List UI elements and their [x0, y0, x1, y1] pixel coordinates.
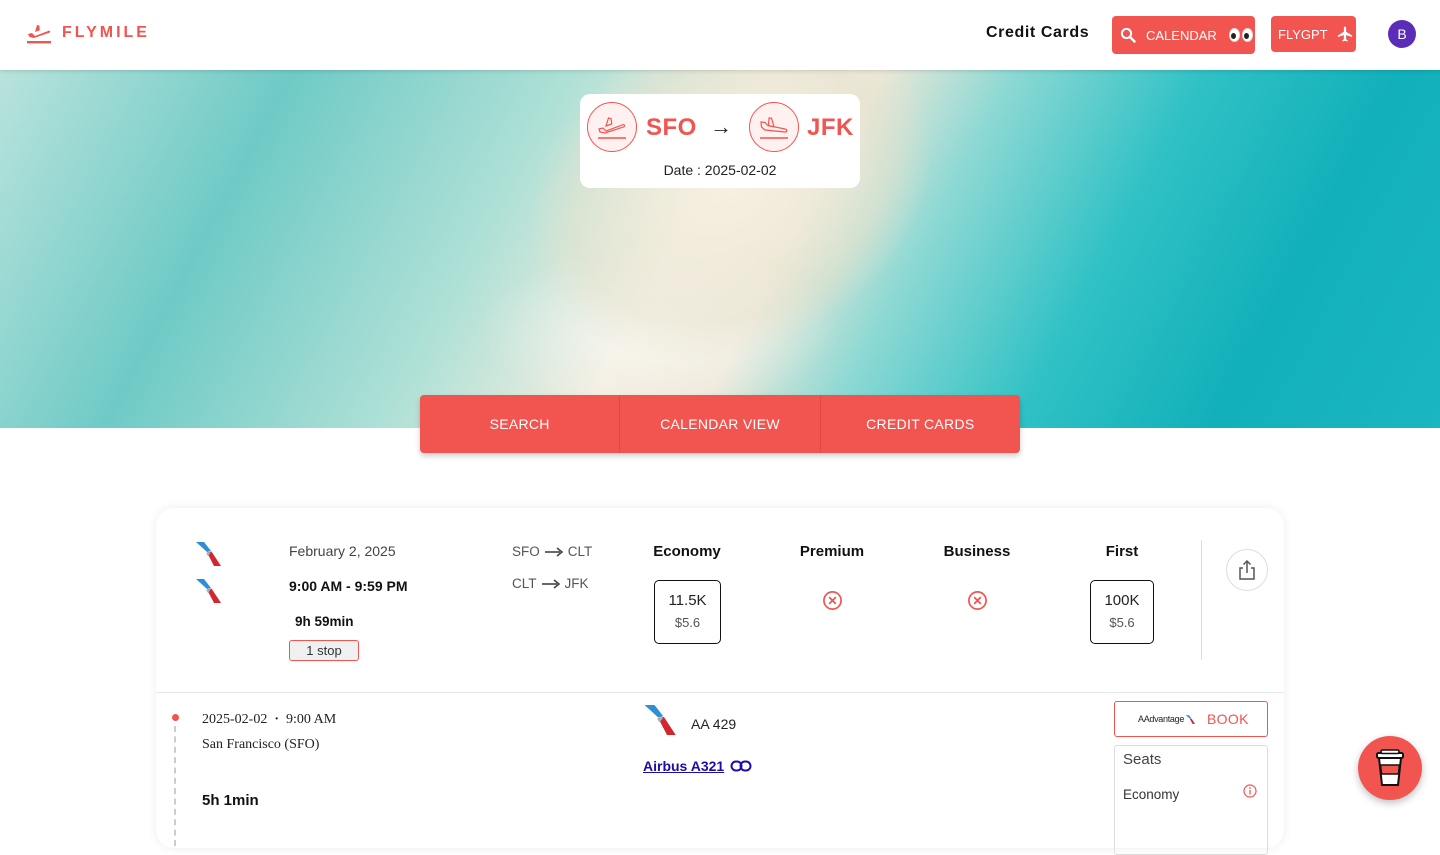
arrow-right-icon	[544, 546, 563, 557]
leg-datetime: 2025-02-02 · 9:00 AM	[202, 712, 337, 727]
american-airlines-logo-icon	[196, 579, 221, 603]
seats-economy-label: Economy	[1123, 787, 1180, 802]
unavailable-icon	[823, 591, 842, 610]
airplane-icon	[1337, 26, 1352, 42]
route-date: Date : 2025-02-02	[663, 162, 777, 178]
leg-city: San Francisco (SFO)	[202, 737, 320, 752]
destination-code: JFK	[807, 114, 854, 141]
nav-credit-cards-link[interactable]: Credit Cards	[986, 24, 1089, 42]
first-miles: 100K	[1104, 592, 1140, 609]
american-airlines-logo-icon	[644, 705, 676, 735]
segment-2: CLT JFK	[512, 576, 589, 591]
aircraft-link[interactable]: Airbus A321	[643, 758, 724, 774]
leg-time: 9:00 AM	[286, 712, 337, 727]
economy-price-box[interactable]: 11.5K $5.6	[654, 580, 721, 644]
aadvantage-label: AAdvantage	[1138, 714, 1185, 724]
leg-duration: 5h 1min	[202, 792, 259, 809]
flight-number: AA 429	[691, 716, 737, 732]
american-airlines-logo-icon	[1185, 714, 1196, 724]
economy-miles: 11.5K	[668, 592, 707, 609]
main-tabs: SEARCH CALENDAR VIEW CREDIT CARDS	[420, 395, 1020, 453]
cabin-header-economy: Economy	[653, 543, 721, 560]
calendar-button[interactable]: CALENDAR	[1112, 16, 1255, 54]
hero-banner: SFO → JFK Date : 2025-02-02	[0, 70, 1440, 428]
timeline-line	[174, 726, 176, 846]
vertical-divider	[1201, 540, 1202, 660]
book-button[interactable]: AAdvantage BOOK	[1114, 701, 1268, 737]
info-icon[interactable]	[1243, 784, 1257, 798]
takeoff-icon	[27, 25, 51, 44]
horizontal-divider	[156, 692, 1284, 693]
leg-date: 2025-02-02	[202, 712, 268, 727]
buy-me-a-coffee-button[interactable]	[1358, 736, 1422, 800]
coffee-cup-icon	[1376, 749, 1404, 786]
arrow-right-icon	[541, 578, 560, 589]
origin-code: SFO	[646, 114, 697, 141]
american-airlines-logo-icon	[196, 542, 221, 566]
aadvantage-logo: AAdvantage	[1138, 714, 1197, 725]
tab-search[interactable]: SEARCH	[420, 395, 621, 453]
logo[interactable]: FLYMILE	[26, 22, 150, 44]
segment-1: SFO CLT	[512, 544, 592, 559]
segment-1-from: SFO	[512, 544, 540, 559]
arrival-icon	[749, 102, 799, 152]
segment-1-to: CLT	[567, 544, 593, 559]
link-icon[interactable]	[730, 758, 752, 774]
flight-time: 9:00 AM - 9:59 PM	[289, 578, 408, 594]
stops-badge: 1 stop	[289, 640, 359, 661]
departure-icon	[587, 102, 637, 152]
navbar: FLYMILE Credit Cards CALENDAR FLYGPT B	[0, 0, 1440, 70]
tab-credit-cards[interactable]: CREDIT CARDS	[821, 395, 1020, 453]
first-price-box[interactable]: 100K $5.6	[1090, 580, 1154, 644]
cabin-header-business: Business	[943, 543, 1011, 560]
unavailable-icon	[968, 591, 987, 610]
flight-result-card: February 2, 2025 9:00 AM - 9:59 PM 9h 59…	[156, 508, 1284, 855]
segment-2-to: JFK	[564, 576, 589, 591]
flight-date: February 2, 2025	[289, 543, 396, 559]
route-arrow: →	[710, 114, 732, 139]
flygpt-button-label: FLYGPT	[1278, 26, 1328, 42]
calendar-button-label: CALENDAR	[1146, 27, 1217, 43]
book-label: BOOK	[1207, 711, 1249, 727]
route-summary-card: SFO → JFK Date : 2025-02-02	[580, 94, 860, 188]
share-icon	[1239, 559, 1255, 580]
first-tax: $5.6	[1109, 615, 1135, 630]
seats-title: Seats	[1123, 751, 1162, 768]
avatar[interactable]: B	[1388, 20, 1416, 48]
seats-panel: Seats Economy	[1114, 745, 1268, 855]
search-icon	[1120, 27, 1136, 43]
flight-duration: 9h 59min	[295, 614, 354, 629]
timeline-dot	[172, 714, 179, 721]
cabin-header-premium: Premium	[799, 543, 865, 560]
share-button[interactable]	[1226, 549, 1268, 591]
flygpt-button[interactable]: FLYGPT	[1271, 16, 1356, 52]
brand-name: FLYMILE	[62, 24, 150, 41]
segment-2-from: CLT	[512, 576, 537, 591]
tab-calendar-view[interactable]: CALENDAR VIEW	[620, 395, 821, 453]
cabin-header-first: First	[1105, 543, 1139, 560]
economy-tax: $5.6	[674, 615, 701, 630]
eyes-icon	[1228, 28, 1253, 42]
